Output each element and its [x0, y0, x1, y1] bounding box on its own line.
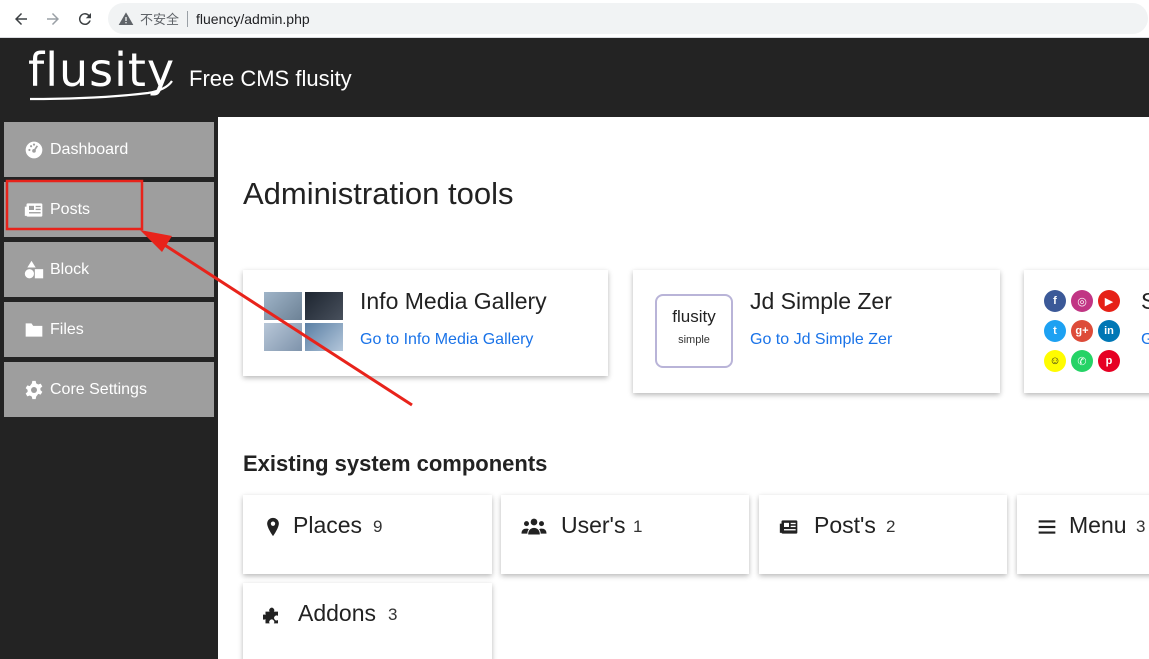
- whatsapp-icon: ✆: [1071, 350, 1093, 372]
- site-tagline: Free CMS flusity: [189, 66, 352, 91]
- component-label: Places: [293, 512, 363, 538]
- reload-icon: [78, 12, 91, 25]
- bars-icon: [1037, 517, 1057, 537]
- tool-link[interactable]: Go to Info Media Gallery: [360, 331, 533, 349]
- component-card-places[interactable]: Places 9: [243, 495, 492, 574]
- address-divider: [187, 10, 189, 27]
- component-label: Post's: [814, 512, 876, 538]
- gallery-thumbnail: [264, 292, 344, 352]
- users-icon: [521, 517, 547, 537]
- tool-card-social: f ◎ ▶ t g+ in ☺ ✆ p S Go: [1024, 270, 1149, 393]
- linkedin-icon: in: [1098, 320, 1120, 342]
- logo-swoosh-icon: [29, 80, 173, 101]
- component-count: 3: [388, 605, 398, 624]
- sidebar-item-dashboard[interactable]: Dashboard: [4, 122, 214, 177]
- main-content: Administration tools Info Media Gallery …: [218, 117, 1149, 659]
- component-card-menu[interactable]: Menu 3: [1017, 495, 1149, 574]
- sidebar-item-label: Core Settings: [50, 380, 147, 398]
- component-label: Addons: [298, 600, 377, 626]
- component-count: 1: [633, 517, 643, 536]
- shapes-icon: [24, 260, 46, 280]
- url-text: fluency/admin.php: [196, 10, 310, 27]
- arrow-left-icon: [15, 12, 27, 25]
- sidebar-item-label: Files: [50, 320, 84, 338]
- newspaper-icon: [779, 517, 799, 537]
- back-button[interactable]: [10, 8, 32, 30]
- components-title: Existing system components: [243, 451, 548, 476]
- instagram-icon: ◎: [1071, 290, 1093, 312]
- twitter-icon: t: [1044, 320, 1066, 342]
- tool-card-jd-simple-zer: flusity simple Jd Simple Zer Go to Jd Si…: [633, 270, 1000, 393]
- sidebar-item-block[interactable]: Block: [4, 242, 214, 297]
- snapchat-icon: ☺: [1044, 350, 1066, 372]
- component-card-users[interactable]: User's 1: [501, 495, 749, 574]
- tool-name: Jd Simple Zer: [750, 288, 892, 314]
- component-count: 3: [1136, 517, 1146, 536]
- component-card-posts[interactable]: Post's 2: [759, 495, 1007, 574]
- warning-icon: [118, 11, 134, 27]
- component-count: 9: [373, 517, 383, 536]
- map-marker-icon: [263, 517, 283, 537]
- component-count: 2: [886, 517, 896, 536]
- sidebar-item-label: Posts: [50, 200, 91, 218]
- puzzle-icon: [261, 605, 283, 625]
- folder-icon: [24, 320, 46, 340]
- address-bar[interactable]: 不安全 fluency/admin.php: [108, 3, 1148, 34]
- newspaper-icon: [24, 200, 46, 220]
- gear-icon: [24, 380, 46, 400]
- thumb-title: flusity: [672, 307, 716, 326]
- security-label: 不安全: [140, 12, 180, 27]
- facebook-icon: f: [1044, 290, 1066, 312]
- youtube-icon: ▶: [1098, 290, 1120, 312]
- component-label: User's: [561, 512, 626, 538]
- google-plus-icon: g+: [1071, 320, 1093, 342]
- sidebar: Dashboard Posts Block Files Core Setting…: [0, 117, 218, 659]
- site-header: flusity Free CMS flusity: [0, 39, 1149, 117]
- tool-name: S: [1141, 288, 1149, 314]
- sidebar-item-label: Block: [50, 260, 90, 278]
- sidebar-item-files[interactable]: Files: [4, 302, 214, 357]
- sidebar-item-label: Dashboard: [50, 140, 129, 158]
- simple-thumbnail: flusity simple: [655, 294, 733, 368]
- social-thumbnail: f ◎ ▶ t g+ in ☺ ✆ p: [1044, 290, 1128, 374]
- browser-toolbar: 不安全 fluency/admin.php: [0, 0, 1149, 38]
- dashboard-icon: [24, 140, 46, 160]
- forward-button[interactable]: [42, 8, 64, 30]
- page-title: Administration tools: [243, 176, 514, 211]
- sidebar-item-core-settings[interactable]: Core Settings: [4, 362, 214, 417]
- pinterest-icon: p: [1098, 350, 1120, 372]
- tool-link[interactable]: Go: [1141, 331, 1149, 349]
- reload-button[interactable]: [74, 8, 96, 30]
- tool-name: Info Media Gallery: [360, 288, 547, 314]
- arrow-right-icon: [47, 12, 59, 25]
- sidebar-item-posts[interactable]: Posts: [4, 182, 214, 237]
- component-card-addons[interactable]: Addons 3: [243, 583, 492, 659]
- tool-link[interactable]: Go to Jd Simple Zer: [750, 331, 892, 349]
- component-label: Menu: [1069, 512, 1127, 538]
- thumb-subtitle: simple: [678, 334, 710, 346]
- tool-card-info-media-gallery: Info Media Gallery Go to Info Media Gall…: [243, 270, 608, 376]
